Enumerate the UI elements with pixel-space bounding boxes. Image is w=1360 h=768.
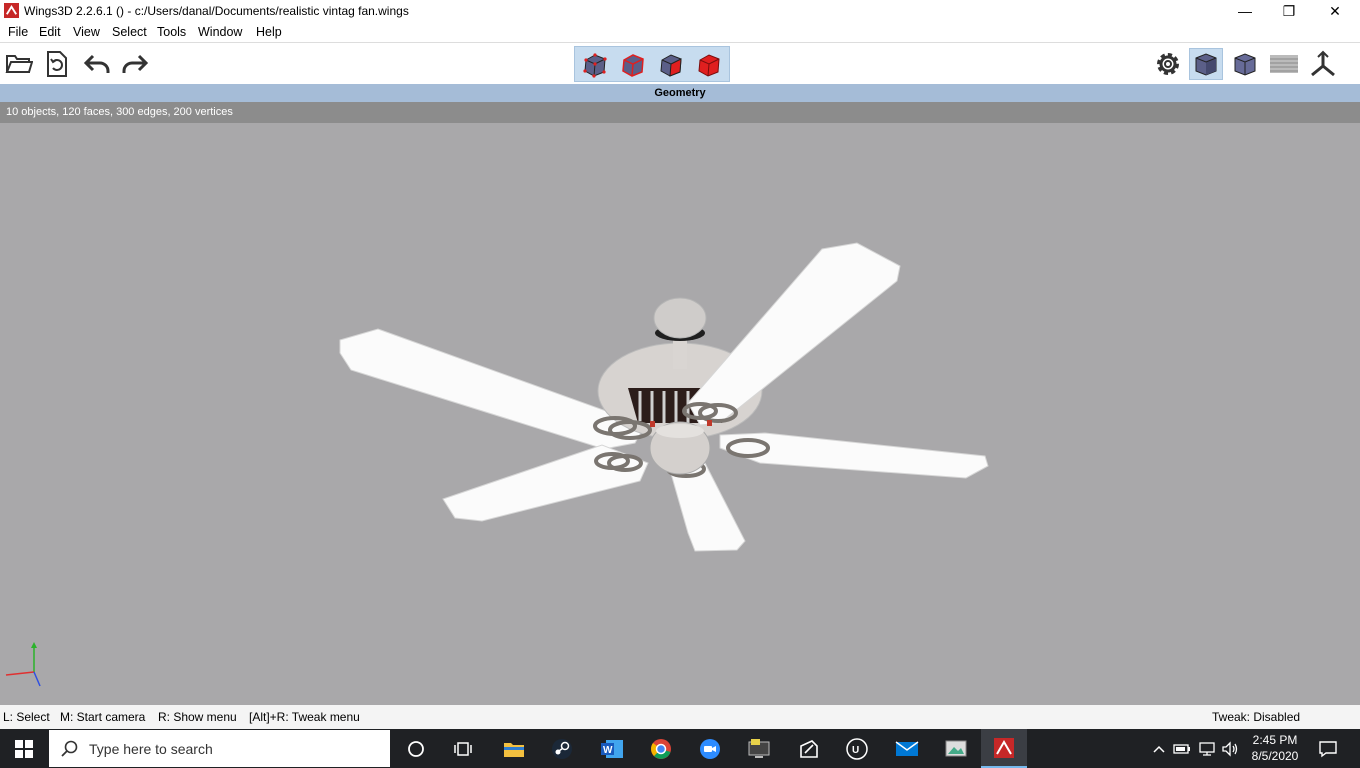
window-title: Wings3D 2.2.6.1 () - c:/Users/danal/Docu… [24,4,409,18]
status-show-menu: R: Show menu [158,710,237,724]
scene-info: 10 objects, 120 faces, 300 edges, 200 ve… [0,102,1360,123]
selection-mode-group [574,46,730,82]
menu-view[interactable]: View [73,25,100,39]
volume-icon[interactable] [1219,729,1241,768]
file-explorer-icon[interactable] [491,729,537,768]
status-left-select: L: Select [3,710,50,724]
object-select-icon[interactable] [691,50,727,80]
word-icon[interactable]: W [589,729,635,768]
axis-gizmo [5,642,41,687]
wings3d-app-icon [4,3,19,18]
canopy [653,297,707,339]
windows-start-icon[interactable] [0,729,48,768]
smooth-shaded-icon[interactable] [1189,48,1223,80]
show-hidden-icons-icon[interactable] [1148,729,1170,768]
search-icon [61,740,78,757]
menu-bar: File Edit View Select Tools Window Help [0,22,1360,42]
menu-window[interactable]: Window [198,25,242,39]
menu-help[interactable]: Help [256,25,282,39]
settings-gear-icon[interactable] [1151,48,1185,80]
svg-text:U: U [852,745,859,756]
maximize-button[interactable]: ❐ [1266,0,1312,22]
task-view-icon[interactable] [440,729,486,768]
svg-text:W: W [603,745,613,756]
taskbar-search-box[interactable]: Type here to search [48,729,391,768]
open-folder-icon[interactable] [2,48,36,80]
ground-grid-icon[interactable] [1267,48,1301,80]
menu-select[interactable]: Select [112,25,147,39]
notifications-icon[interactable] [1306,729,1350,768]
clock-date: 8/5/2020 [1251,749,1299,763]
edge-select-icon[interactable] [615,50,651,80]
flat-shaded-icon[interactable] [1228,48,1262,80]
clock-time: 2:45 PM [1252,733,1298,747]
menu-file[interactable]: File [8,25,28,39]
status-start-camera: M: Start camera [60,710,146,724]
viewport-3d[interactable] [0,123,1360,705]
geometry-header: Geometry [0,84,1360,102]
chrome-icon[interactable] [638,729,684,768]
taskbar-clock[interactable]: 2:45 PM 8/5/2020 [1248,732,1302,764]
wings3d-taskbar-icon[interactable] [981,729,1027,768]
close-button[interactable]: ✕ [1312,0,1358,22]
monitor-app-icon[interactable] [736,729,782,768]
status-bar: L: Select M: Start camera R: Show menu [… [0,705,1360,729]
battery-icon[interactable] [1171,729,1193,768]
mail-icon[interactable] [884,729,930,768]
redo-icon[interactable] [118,48,152,80]
menu-tools[interactable]: Tools [157,25,186,39]
cortana-icon[interactable] [393,729,439,768]
menu-edit[interactable]: Edit [39,25,61,39]
face-select-icon[interactable] [653,50,689,80]
taskbar: Type here to search W U 2:45 PM 8/5/2020 [0,729,1360,768]
network-icon[interactable] [1196,729,1218,768]
vertex-select-icon[interactable] [577,50,613,80]
zoom-icon[interactable] [687,729,733,768]
paint-app-icon[interactable] [786,729,832,768]
fan-blade [687,242,901,426]
search-placeholder: Type here to search [89,741,213,757]
status-tweak-menu: [Alt]+R: Tweak menu [249,710,360,724]
minimize-button[interactable]: — [1222,0,1268,22]
title-bar: Wings3D 2.2.6.1 () - c:/Users/danal/Docu… [0,0,1360,22]
image-viewer-icon[interactable] [933,729,979,768]
toolbar [0,42,1360,85]
ceiling-fan-model [5,242,989,687]
axes-icon[interactable] [1306,48,1340,80]
undo-icon[interactable] [80,48,114,80]
steam-icon[interactable] [539,729,585,768]
unreal-engine-icon[interactable]: U [834,729,880,768]
status-tweak: Tweak: Disabled [1212,710,1301,724]
save-icon[interactable] [40,48,74,80]
